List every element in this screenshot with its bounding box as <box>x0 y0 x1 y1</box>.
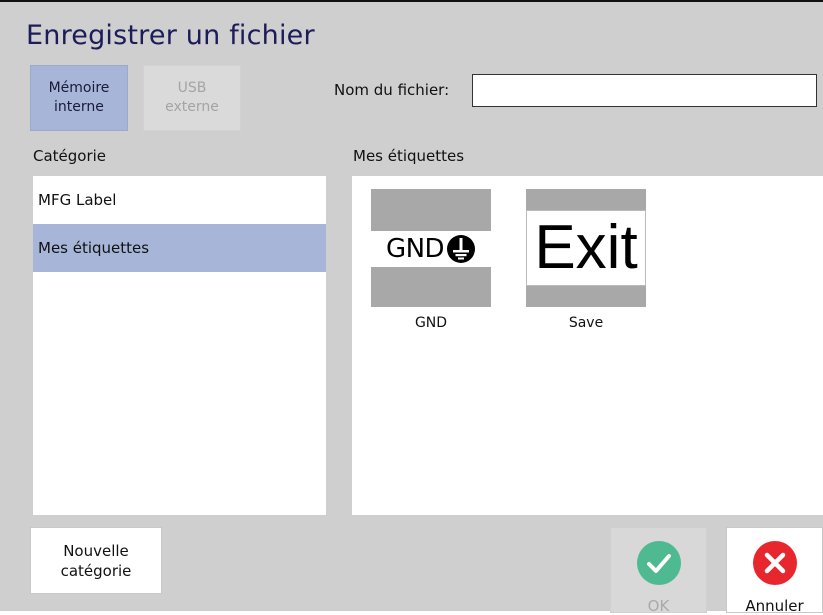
category-header: Catégorie <box>33 147 107 165</box>
cancel-label: Annuler <box>745 597 804 615</box>
filename-label: Nom du fichier: <box>334 81 450 99</box>
filename-input[interactable] <box>472 74 817 107</box>
label-content-text: Exit <box>534 213 638 282</box>
category-item-mes-etiquettes[interactable]: Mes étiquettes <box>33 224 326 272</box>
label-preview: Exit <box>526 189 646 307</box>
internal-memory-button[interactable]: Mémoire interne <box>30 65 128 131</box>
close-icon <box>752 541 797 585</box>
new-category-button[interactable]: Nouvelle catégorie <box>30 527 162 594</box>
cancel-button[interactable]: Annuler <box>726 527 823 615</box>
labels-header: Mes étiquettes <box>353 147 465 165</box>
category-item-mfg-label[interactable]: MFG Label <box>33 176 326 224</box>
label-thumbnail-save[interactable]: Exit Save <box>526 189 646 331</box>
label-preview: GND <box>371 189 491 307</box>
ok-label: OK <box>647 597 670 615</box>
label-content-text: GND <box>385 234 445 264</box>
checkmark-icon <box>636 541 681 585</box>
category-list: MFG Label Mes étiquettes <box>33 176 326 515</box>
save-file-dialog: Enregistrer un fichier Mémoire interne U… <box>0 0 823 615</box>
dialog-title: Enregistrer un fichier <box>26 20 315 51</box>
label-caption: Save <box>568 315 604 331</box>
ground-symbol-icon <box>447 235 476 263</box>
ok-button[interactable]: OK <box>610 527 707 615</box>
usb-external-button[interactable]: USB externe <box>143 65 241 131</box>
labels-grid: GND GND Exit Save <box>352 176 823 515</box>
label-thumbnail-gnd[interactable]: GND GND <box>371 189 491 331</box>
label-caption: GND <box>414 315 448 331</box>
